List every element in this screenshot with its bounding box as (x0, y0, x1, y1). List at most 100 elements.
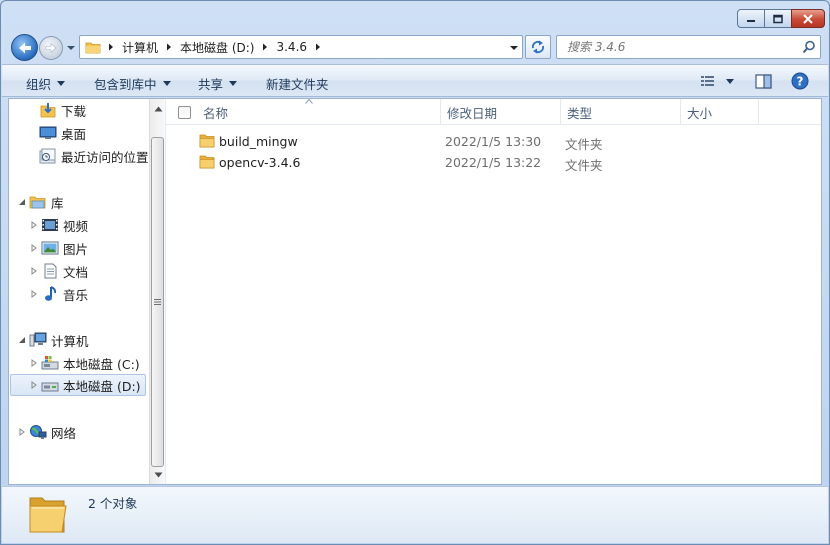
nav-item-label: 桌面 (61, 126, 87, 142)
recent-pages-dropdown[interactable] (66, 42, 76, 52)
collapsed-arrow-icon[interactable] (29, 380, 39, 390)
breadcrumb-current-folder[interactable]: 3.4.6 (272, 40, 311, 54)
column-type[interactable]: 类型 (561, 99, 681, 125)
change-view-button[interactable] (700, 72, 734, 90)
nav-item-label: 网络 (51, 425, 77, 441)
scroll-up-button[interactable] (150, 101, 166, 117)
preview-pane-button[interactable] (755, 72, 772, 90)
include-in-library-button[interactable]: 包含到库中 (94, 74, 171, 93)
caption-buttons (737, 9, 825, 28)
nav-item-label: 下载 (61, 103, 87, 119)
column-modified[interactable]: 修改日期 (441, 99, 561, 125)
search-icon[interactable] (802, 40, 816, 54)
organize-button[interactable]: 组织 (26, 74, 66, 93)
new-folder-button[interactable]: 新建文件夹 (266, 74, 329, 93)
breadcrumb-separator[interactable] (162, 43, 176, 51)
collapsed-arrow-icon[interactable] (29, 358, 39, 368)
chevron-right-icon (263, 43, 268, 51)
nav-item-music[interactable]: 音乐 (29, 283, 88, 305)
column-name[interactable]: 名称 (197, 99, 441, 125)
command-bar: 组织 包含到库中 共享 新建文件夹 ? (2, 64, 828, 97)
refresh-icon (532, 40, 544, 54)
collapsed-arrow-icon[interactable] (29, 289, 39, 299)
nav-item-drive-c[interactable]: 本地磁盘 (C:) (29, 352, 140, 374)
nav-item-drive-d[interactable]: 本地磁盘 (D:) (10, 374, 146, 396)
item-count: 2 个对象 (88, 496, 138, 511)
breadcrumb-drive-d[interactable]: 本地磁盘 (D:) (176, 39, 258, 56)
select-all-checkbox[interactable] (178, 106, 191, 119)
file-list-pane[interactable]: 名称 修改日期 类型 大小 build_mingw 2022/1/5 13:30… (166, 99, 821, 484)
breadcrumb-separator[interactable] (104, 43, 118, 51)
recent-places-icon (39, 148, 57, 164)
computer-icon (29, 332, 47, 348)
help-button[interactable]: ? (791, 72, 809, 90)
nav-item-libraries[interactable]: 库 (17, 191, 64, 213)
network-icon (29, 424, 47, 440)
collapsed-arrow-icon[interactable] (29, 243, 39, 253)
nav-pane-scrollbar[interactable] (149, 99, 165, 484)
arrow-right-icon (45, 42, 57, 54)
table-row[interactable]: opencv-3.4.6 2022/1/5 13:22 文件夹 (166, 152, 821, 173)
scroll-down-button[interactable] (150, 467, 166, 483)
column-size-label: 大小 (687, 105, 713, 121)
nav-item-computer[interactable]: 计算机 (17, 329, 89, 351)
maximize-icon (773, 14, 783, 23)
details-pane: 2 个对象 (2, 486, 828, 543)
navigation-pane[interactable]: 下载 桌面 最近访问的位置 库 视频 图片 文档 音乐 计算机 本地磁盘 (C:… (9, 99, 149, 484)
collapsed-arrow-icon[interactable] (29, 266, 39, 276)
search-box[interactable] (556, 35, 821, 59)
breadcrumb-computer[interactable]: 计算机 (118, 39, 162, 56)
nav-item-label: 本地磁盘 (C:) (63, 356, 140, 372)
nav-item-network[interactable]: 网络 (17, 421, 76, 443)
column-header: 名称 修改日期 类型 大小 (166, 99, 821, 125)
collapsed-arrow-icon[interactable] (17, 427, 27, 437)
folder-icon (199, 155, 215, 169)
forward-button[interactable] (39, 36, 63, 60)
share-button[interactable]: 共享 (198, 74, 238, 93)
chevron-right-icon (316, 43, 321, 51)
back-button[interactable] (11, 34, 38, 61)
expanded-arrow-icon[interactable] (17, 335, 27, 345)
minimize-icon (747, 19, 755, 22)
new-folder-label: 新建文件夹 (266, 77, 329, 92)
nav-item-downloads[interactable]: 下载 (39, 99, 86, 121)
collapsed-arrow-icon[interactable] (29, 220, 39, 230)
music-library-icon (41, 286, 59, 302)
arrow-left-icon (18, 42, 31, 53)
chevron-down-icon[interactable] (726, 78, 734, 84)
documents-library-icon (41, 263, 59, 279)
file-name: build_mingw (219, 134, 298, 149)
address-history-dropdown[interactable] (508, 42, 520, 52)
column-size[interactable]: 大小 (681, 99, 759, 125)
chevron-down-icon (67, 46, 75, 50)
nav-item-videos[interactable]: 视频 (29, 214, 88, 236)
search-input[interactable] (567, 40, 787, 54)
scroll-thumb[interactable] (151, 137, 164, 467)
address-bar[interactable]: 计算机 本地磁盘 (D:) 3.4.6 (79, 35, 523, 59)
breadcrumb-separator[interactable] (258, 43, 272, 51)
close-button[interactable] (791, 9, 825, 28)
nav-item-desktop[interactable]: 桌面 (39, 122, 86, 144)
expanded-arrow-icon[interactable] (17, 197, 27, 207)
content-frame: 下载 桌面 最近访问的位置 库 视频 图片 文档 音乐 计算机 本地磁盘 (C:… (8, 98, 822, 485)
nav-item-recent-places[interactable]: 最近访问的位置 (39, 145, 149, 167)
maximize-button[interactable] (764, 9, 792, 28)
breadcrumb-separator[interactable] (311, 43, 325, 51)
folder-icon (199, 134, 215, 148)
minimize-button[interactable] (737, 9, 765, 28)
nav-item-pictures[interactable]: 图片 (29, 237, 88, 259)
help-icon: ? (791, 72, 809, 90)
file-name: opencv-3.4.6 (219, 155, 301, 170)
chevron-up-icon (154, 106, 162, 112)
chevron-down-icon (229, 81, 238, 86)
system-drive-icon (41, 355, 59, 371)
file-modified: 2022/1/5 13:22 (445, 155, 542, 170)
desktop-icon (39, 125, 57, 141)
nav-item-label: 最近访问的位置 (61, 149, 149, 165)
refresh-button[interactable] (525, 35, 551, 59)
svg-text:?: ? (797, 75, 804, 89)
nav-item-documents[interactable]: 文档 (29, 260, 88, 282)
chevron-down-icon (510, 46, 518, 50)
table-row[interactable]: build_mingw 2022/1/5 13:30 文件夹 (166, 131, 821, 152)
large-folder-icon (29, 497, 67, 533)
